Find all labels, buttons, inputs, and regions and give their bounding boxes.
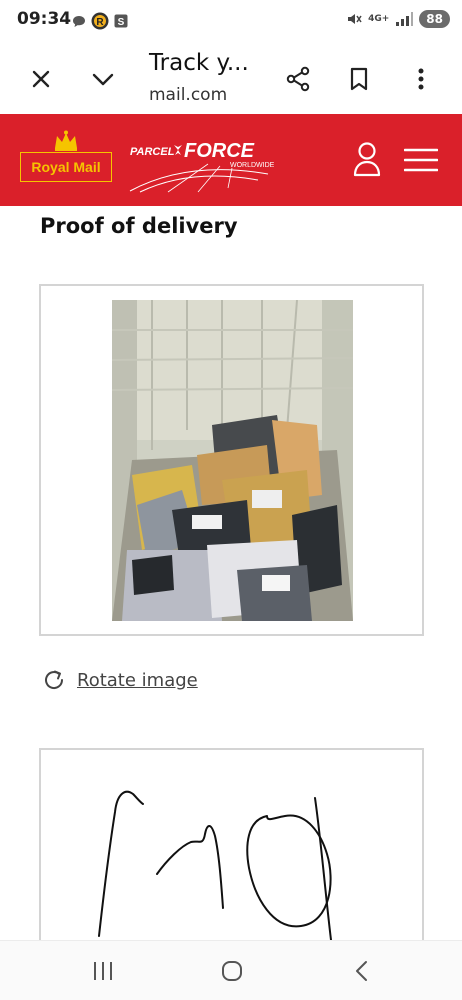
more-vert-icon	[418, 68, 424, 90]
share-button[interactable]	[281, 62, 315, 96]
rotate-icon	[45, 670, 64, 689]
rotate-image-link[interactable]: Rotate image	[41, 667, 198, 693]
network-type: 4G+	[368, 14, 390, 24]
chevron-down-icon	[92, 73, 114, 86]
page-heading: Proof of delivery	[40, 214, 238, 238]
site-header: Royal Mail PARCEL FORCE WORLDWIDE	[0, 114, 462, 206]
hamburger-menu-icon	[403, 148, 439, 172]
svg-text:FORCE: FORCE	[184, 140, 255, 162]
browser-toolbar: Track y... mail.com	[0, 44, 462, 114]
account-button[interactable]	[352, 141, 382, 177]
bookmark-button[interactable]	[342, 62, 376, 96]
parcelforce-logo[interactable]: PARCEL FORCE WORLDWIDE	[128, 136, 288, 196]
status-time: 09:34	[17, 9, 72, 29]
notification-icons: R S	[72, 12, 128, 30]
back-button[interactable]	[349, 958, 375, 984]
home-button[interactable]	[219, 958, 245, 984]
status-bar: 09:34 R S 4G+ 88	[0, 0, 462, 44]
home-icon	[222, 961, 242, 981]
signal-icon	[396, 12, 414, 26]
reward-app-icon: R	[91, 12, 109, 30]
back-icon	[356, 961, 367, 981]
delivery-photo[interactable]	[112, 300, 353, 621]
s-app-icon: S	[114, 14, 128, 28]
royal-mail-logo[interactable]: Royal Mail	[20, 130, 112, 202]
expand-button[interactable]	[86, 62, 120, 96]
share-icon	[286, 66, 310, 92]
recents-button[interactable]	[90, 958, 116, 984]
svg-text:R: R	[96, 17, 104, 28]
battery-indicator: 88	[419, 10, 450, 28]
chat-bubble-icon	[73, 15, 85, 27]
close-icon	[32, 70, 50, 88]
menu-button[interactable]	[403, 148, 439, 172]
svg-text:WORLDWIDE: WORLDWIDE	[230, 162, 275, 169]
close-button[interactable]	[24, 62, 58, 96]
crown-icon	[55, 130, 77, 151]
mute-icon	[348, 14, 362, 24]
more-options-button[interactable]	[404, 62, 438, 96]
rotate-image-label: Rotate image	[77, 669, 198, 691]
recents-icon	[94, 962, 112, 980]
royal-mail-wordmark: Royal Mail	[20, 152, 112, 182]
page-url: mail.com	[149, 85, 228, 105]
svg-text:S: S	[118, 17, 125, 28]
proof-photo-card	[39, 284, 424, 636]
bookmark-icon	[350, 67, 368, 91]
page-title: Track y...	[149, 50, 249, 76]
system-nav-bar	[0, 940, 462, 1000]
user-icon	[353, 142, 381, 177]
svg-text:PARCEL: PARCEL	[130, 146, 175, 158]
system-status: 4G+ 88	[346, 10, 450, 28]
